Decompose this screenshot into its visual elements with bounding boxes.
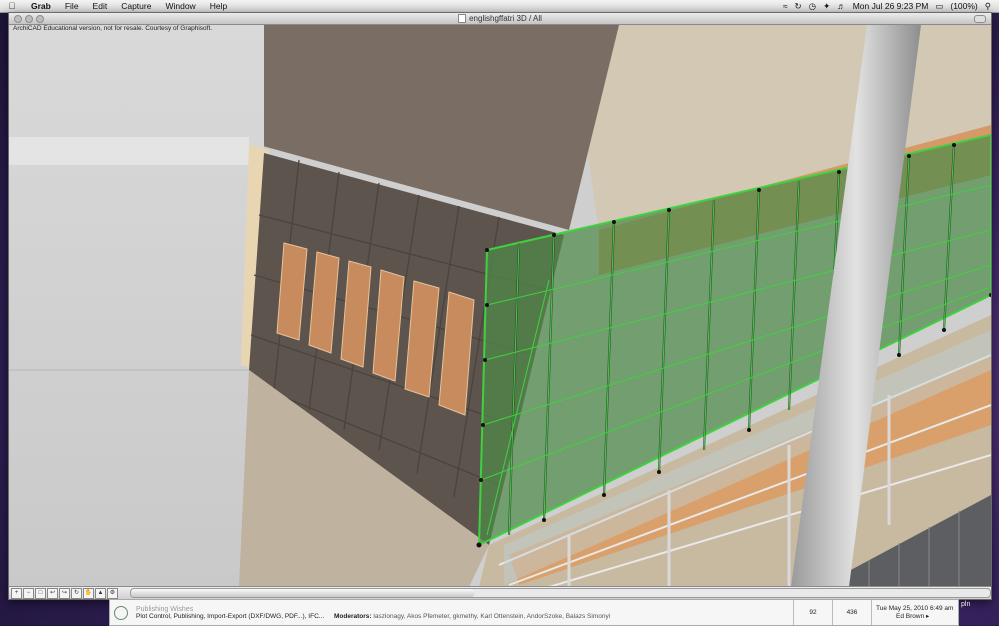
forum-status-icon xyxy=(114,605,128,620)
volume-icon[interactable]: ♬ xyxy=(837,1,846,11)
archicad-3d-window: englishgffatri 3D / All ArchiCAD Educati… xyxy=(8,12,992,600)
bluetooth-icon[interactable]: ✦ xyxy=(823,1,830,12)
forum-description: Plot Control, Publishing, Import-Export … xyxy=(136,612,325,620)
menu-edit[interactable]: Edit xyxy=(86,1,115,11)
fit-in-window-icon[interactable]: □ xyxy=(35,587,46,599)
menu-extras: ≈ ↻ ◷ ✦ ♬ Mon Jul 26 9:23 PM ▭ (100%) ⚲ xyxy=(783,1,999,12)
menu-window[interactable]: Window xyxy=(158,1,202,11)
3d-model-render xyxy=(9,25,991,587)
time-machine-icon[interactable]: ◷ xyxy=(809,1,816,12)
next-zoom-icon[interactable]: ↪ xyxy=(59,587,70,599)
forum-name[interactable]: Publishing Wishes xyxy=(136,606,793,613)
clock-text[interactable]: Mon Jul 26 9:23 PM xyxy=(853,1,929,11)
document-icon xyxy=(458,14,467,23)
zoom-button[interactable] xyxy=(36,15,44,23)
menu-help[interactable]: Help xyxy=(203,1,234,11)
3d-viewport[interactable]: ArchiCAD Educational version, not for re… xyxy=(9,25,991,587)
previous-zoom-icon[interactable]: ↩ xyxy=(47,587,58,599)
zoom-out-icon[interactable]: − xyxy=(23,587,34,599)
zoom-in-icon[interactable]: + xyxy=(11,587,22,599)
last-post-date: Tue May 25, 2010 6:49 am xyxy=(876,605,954,612)
sync-icon[interactable]: ↻ xyxy=(795,1,802,12)
corner-label: pln xyxy=(961,601,971,608)
moderators-label: Moderators: xyxy=(334,612,372,620)
minimize-button[interactable] xyxy=(25,15,33,23)
left-ledge xyxy=(9,137,249,165)
left-building xyxy=(9,25,264,587)
apple-icon[interactable]:  xyxy=(0,1,24,11)
forum-row[interactable]: Publishing Wishes Plot Control, Publishi… xyxy=(109,599,959,626)
menu-grab[interactable]: Grab xyxy=(24,1,58,11)
horizontal-scrollbar[interactable] xyxy=(130,588,991,598)
last-post: Tue May 25, 2010 6:49 am Ed Brown ▸ xyxy=(871,600,958,625)
moderators-list[interactable]: laszlonagy, Akos Pfemeter, gkmethy, Karl… xyxy=(373,613,610,620)
wifi-icon[interactable]: ≈ xyxy=(783,1,788,11)
last-post-author[interactable]: Ed Brown xyxy=(896,613,924,620)
spotlight-icon[interactable]: ⚲ xyxy=(985,1,991,12)
toolbar-toggle-button[interactable] xyxy=(974,15,986,23)
topics-count: 92 xyxy=(793,600,832,625)
educational-watermark: ArchiCAD Educational version, not for re… xyxy=(13,25,213,32)
close-button[interactable] xyxy=(14,15,22,23)
battery-percent[interactable]: (100%) xyxy=(950,1,977,11)
orbit-icon[interactable]: ↻ xyxy=(71,587,82,599)
window-statusbar: + − □ ↩ ↪ ↻ ✋ ▲ ⚙ xyxy=(9,586,991,599)
menu-capture[interactable]: Capture xyxy=(114,1,158,11)
menu-file[interactable]: File xyxy=(58,1,86,11)
window-titlebar[interactable]: englishgffatri 3D / All xyxy=(9,13,991,25)
explore-icon[interactable]: ▲ xyxy=(95,587,106,599)
view-options-icon[interactable]: ⚙ xyxy=(107,587,118,599)
battery-icon[interactable]: ▭ xyxy=(935,1,943,12)
window-title: englishgffatri 3D / All xyxy=(469,14,542,23)
navigation-tools: + − □ ↩ ↪ ↻ ✋ ▲ ⚙ xyxy=(9,587,118,599)
scrollbar-thumb[interactable] xyxy=(131,589,475,597)
posts-count: 436 xyxy=(832,600,871,625)
view-latest-post-icon[interactable]: ▸ xyxy=(926,613,929,620)
pan-icon[interactable]: ✋ xyxy=(83,587,94,599)
